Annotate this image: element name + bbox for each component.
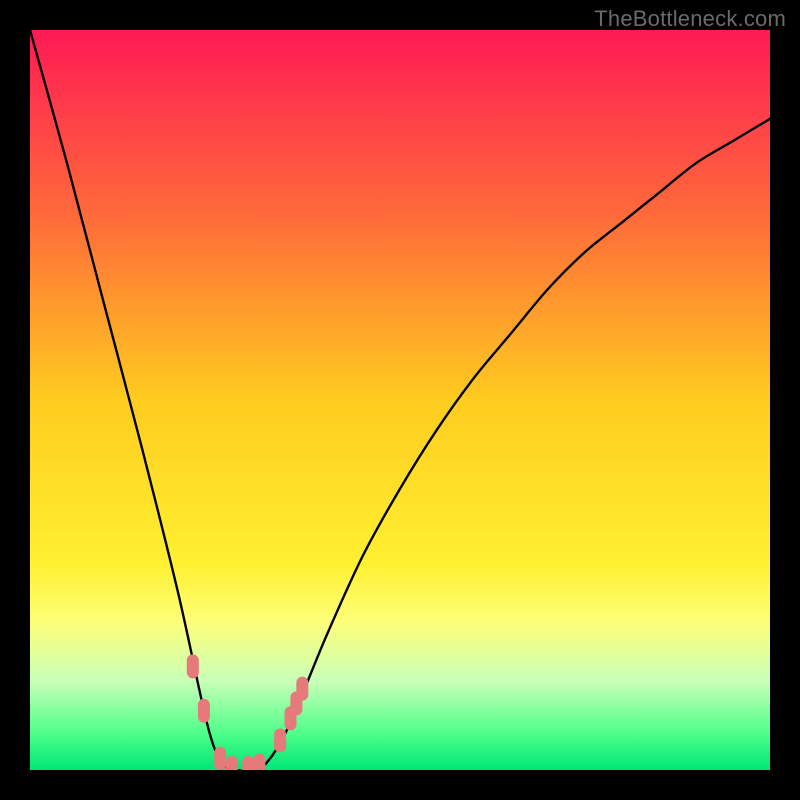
curve-markers	[187, 654, 309, 770]
plot-area	[30, 30, 770, 770]
marker-dot	[226, 756, 238, 770]
marker-dot	[296, 677, 308, 701]
marker-dot	[242, 756, 254, 770]
marker-dot	[198, 699, 210, 723]
watermark: TheBottleneck.com	[594, 6, 786, 32]
chart-stage: TheBottleneck.com	[0, 0, 800, 800]
bottleneck-curve	[30, 30, 770, 770]
marker-dot	[187, 654, 199, 678]
curve-layer	[30, 30, 770, 770]
marker-dot	[274, 728, 286, 752]
marker-dot	[214, 747, 226, 770]
marker-dot	[253, 754, 265, 770]
